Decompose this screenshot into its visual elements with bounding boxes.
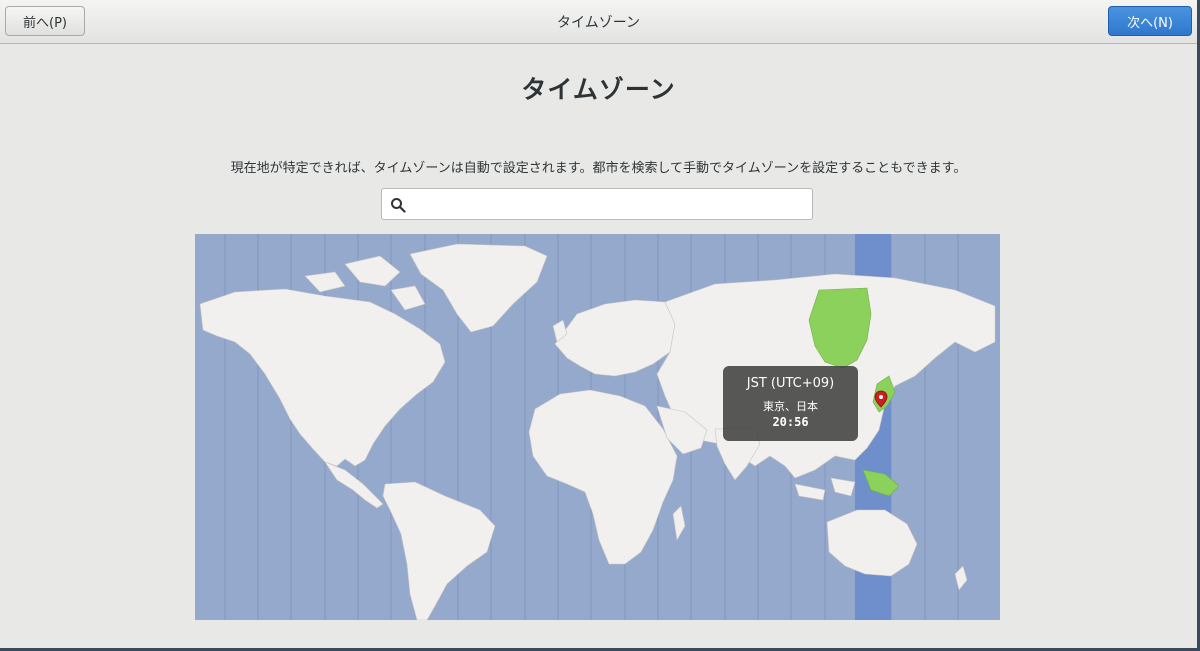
next-button[interactable]: 次へ(N): [1108, 6, 1192, 36]
description-text: 現在地が特定できれば、タイムゾーンは自動で設定されます。都市を検索して手動でタイ…: [230, 161, 967, 176]
search-icon: [391, 198, 406, 213]
tooltip-city: 東京、日本: [763, 400, 818, 413]
search-field[interactable]: [381, 188, 813, 220]
timezone-tooltip: JST (UTC+09) 東京、日本 20:56: [723, 366, 858, 441]
tooltip-time: 20:56: [772, 415, 809, 429]
timezone-map[interactable]: [195, 234, 1000, 620]
header-title: タイムゾーン: [556, 14, 641, 31]
previous-button[interactable]: 前へ(P): [5, 6, 85, 36]
search-input[interactable]: [412, 193, 808, 217]
header-bar: タイムゾーン 前へ(P) 次へ(N): [0, 0, 1197, 44]
tooltip-zone: JST (UTC+09): [746, 376, 835, 391]
page-title: タイムゾーン: [521, 75, 676, 104]
